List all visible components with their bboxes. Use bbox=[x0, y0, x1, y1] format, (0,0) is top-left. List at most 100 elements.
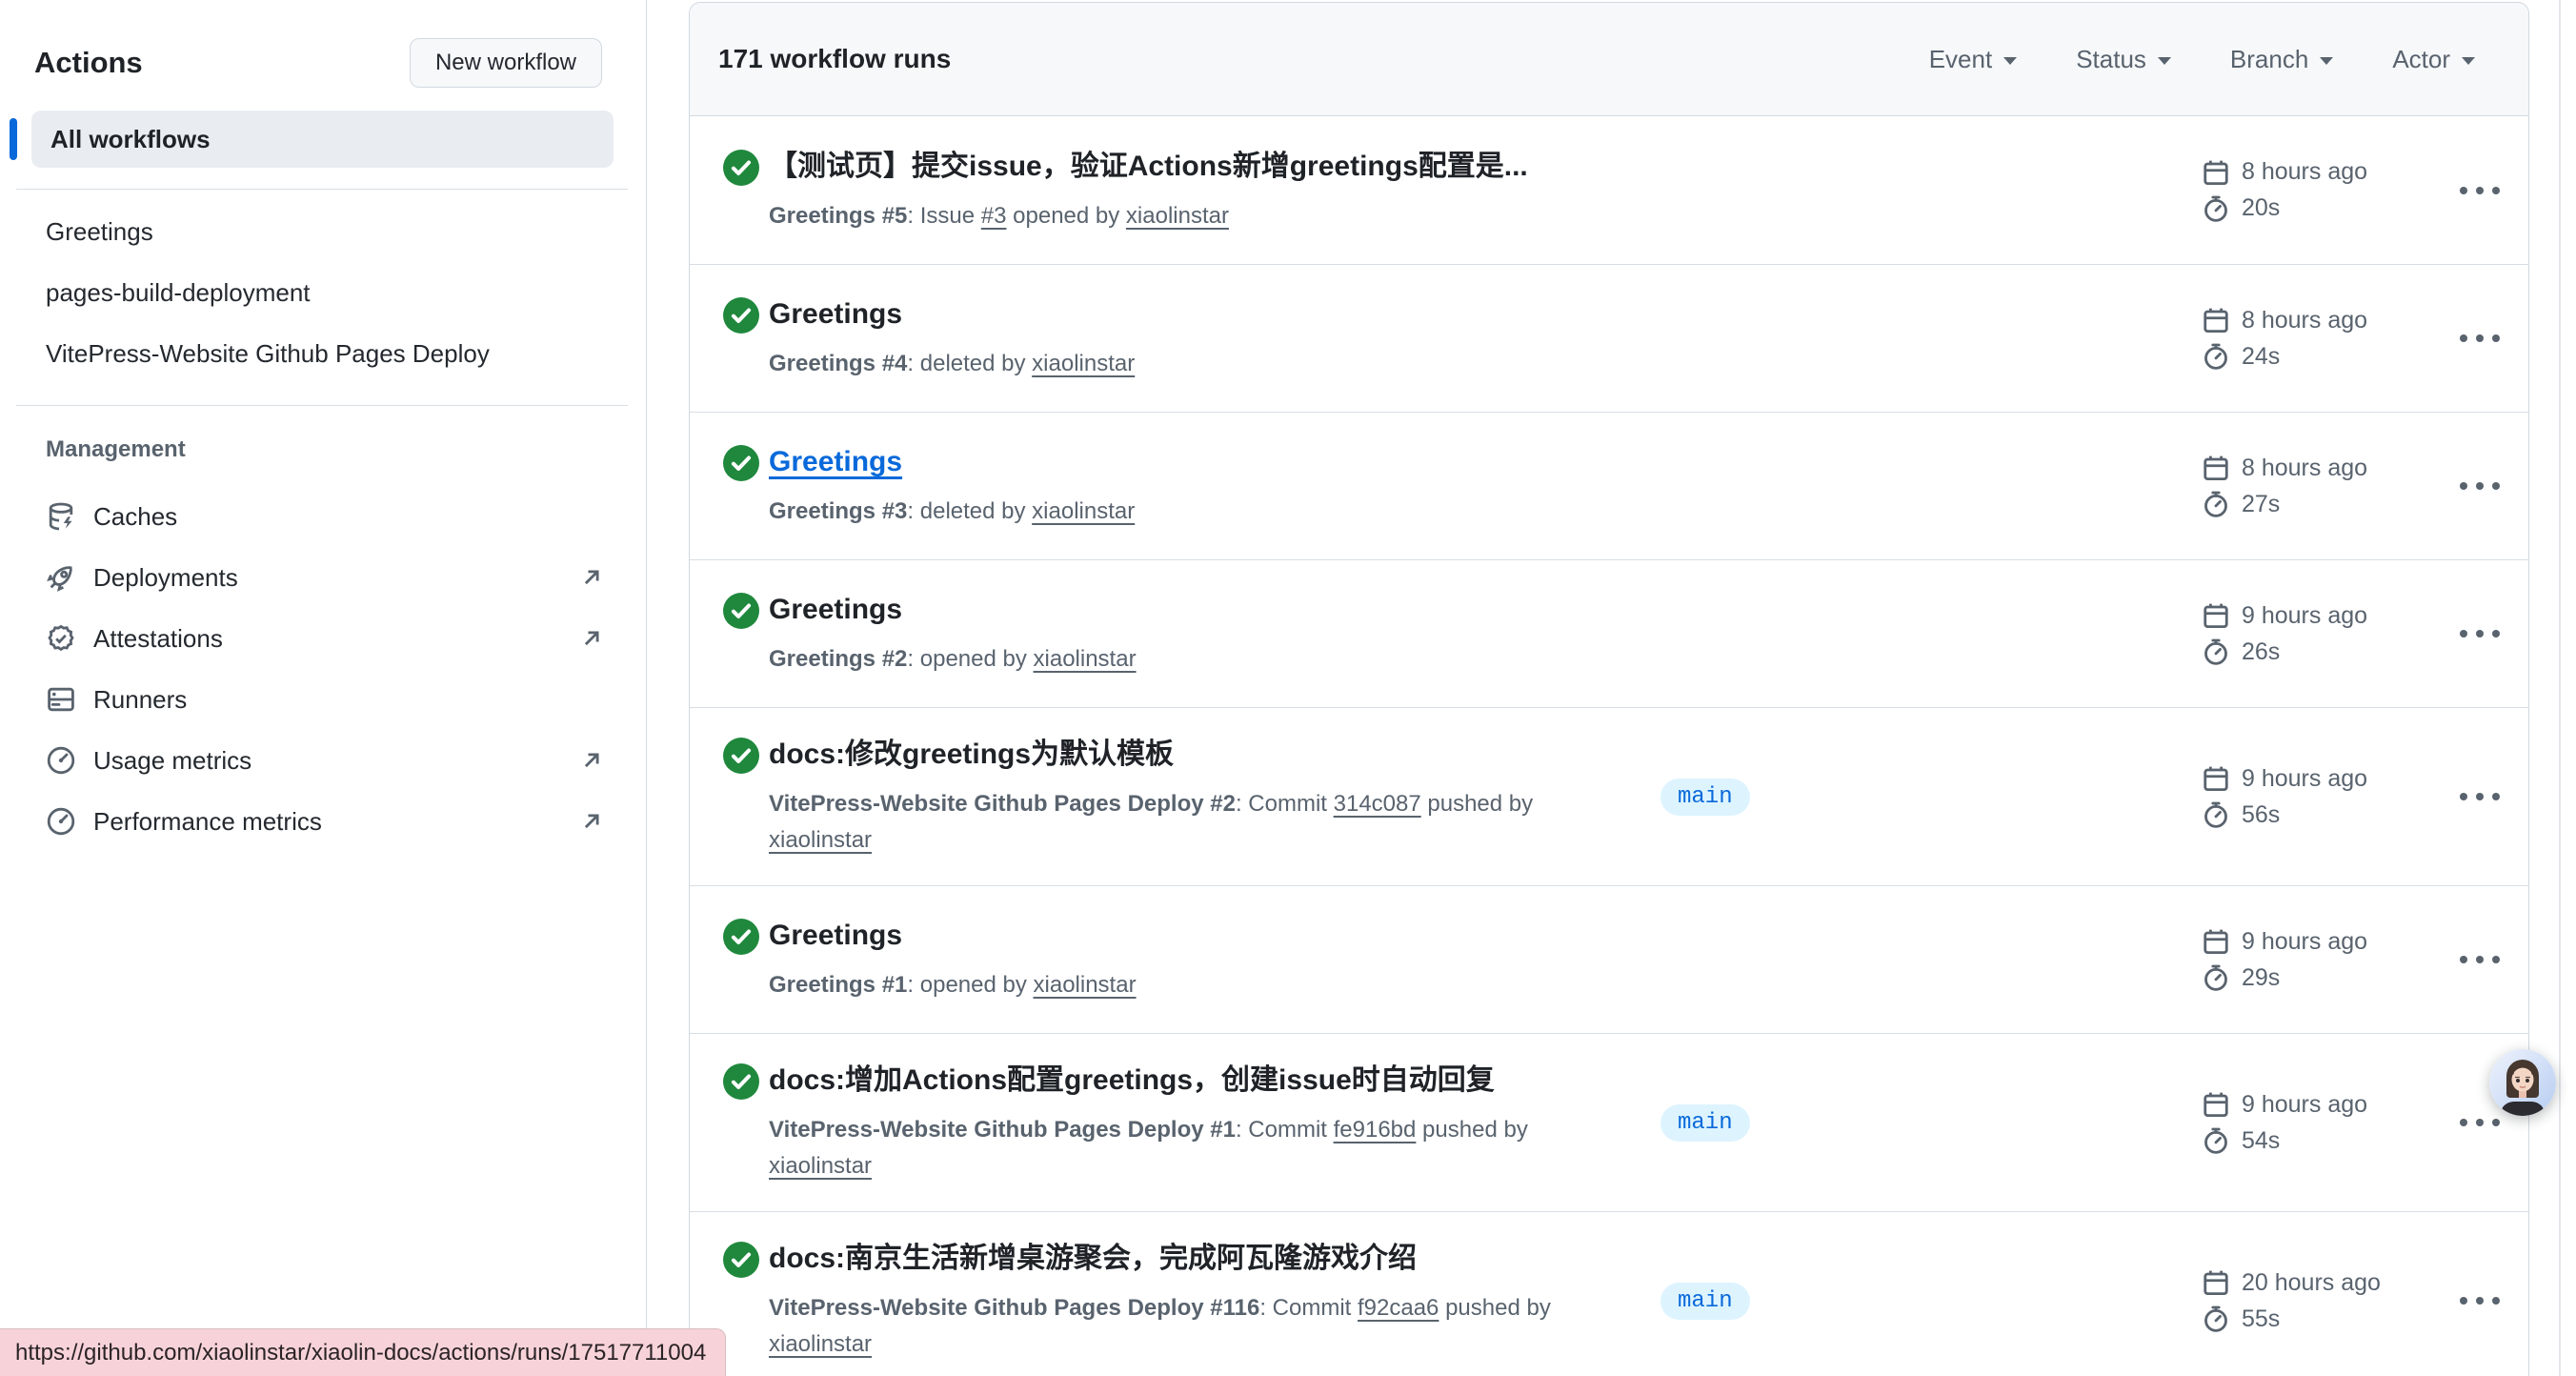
active-nav-accent bbox=[10, 118, 17, 160]
run-options-button[interactable] bbox=[2454, 779, 2506, 814]
run-meta: 20 hours ago 55s bbox=[2202, 1268, 2454, 1333]
run-actor-link[interactable]: xiaolinstar bbox=[769, 827, 872, 853]
chevron-down-icon bbox=[2003, 57, 2017, 65]
run-subtitle: Greetings #5: Issue #3 opened by xiaolin… bbox=[769, 198, 1528, 234]
run-meta: 8 hours ago 20s bbox=[2202, 158, 2454, 223]
success-check-icon bbox=[723, 1242, 759, 1278]
workflow-run-row[interactable]: docs:修改greetings为默认模板 VitePress-Website … bbox=[690, 707, 2528, 885]
sidebar-item-caches[interactable]: Caches bbox=[0, 486, 646, 547]
sidebar-item-performance-metrics[interactable]: Performance metrics bbox=[0, 791, 646, 852]
run-sub-link[interactable]: #3 bbox=[981, 203, 1007, 229]
run-sub-link[interactable]: xiaolinstar bbox=[1034, 972, 1137, 998]
sidebar-item-all-workflows[interactable]: All workflows bbox=[31, 111, 614, 168]
calendar-icon bbox=[2202, 158, 2230, 187]
new-workflow-button[interactable]: New workflow bbox=[410, 38, 602, 88]
run-sub-link[interactable]: xiaolinstar bbox=[1032, 351, 1135, 376]
workflow-run-row[interactable]: Greetings Greetings #1: opened by xiaoli… bbox=[690, 885, 2528, 1033]
run-duration: 29s bbox=[2242, 964, 2280, 992]
workflow-run-row[interactable]: Greetings Greetings #4: deleted by xiaol… bbox=[690, 264, 2528, 412]
run-workflow-name: VitePress-Website Github Pages Deploy #2 bbox=[769, 791, 1236, 817]
sidebar-item-deployments[interactable]: Deployments bbox=[0, 547, 646, 608]
workflow-run-row[interactable]: Greetings Greetings #2: opened by xiaoli… bbox=[690, 559, 2528, 707]
branch-badge[interactable]: main bbox=[1660, 779, 1750, 816]
run-title[interactable]: docs:增加Actions配置greetings，创建issue时自动回复 bbox=[769, 1061, 1607, 1101]
sidebar-item-runners[interactable]: Runners bbox=[0, 669, 646, 730]
verified-badge-icon bbox=[46, 623, 76, 654]
calendar-icon bbox=[2202, 454, 2230, 482]
run-date: 9 hours ago bbox=[2242, 928, 2367, 956]
run-subtitle: VitePress-Website Github Pages Deploy #1… bbox=[769, 1290, 1607, 1363]
sidebar-item-attestations[interactable]: Attestations bbox=[0, 608, 646, 669]
run-meta: 9 hours ago 26s bbox=[2202, 601, 2454, 666]
run-workflow-name: Greetings #5 bbox=[769, 203, 907, 229]
run-title[interactable]: Greetings bbox=[769, 442, 1135, 482]
status-bar: https://github.com/xiaolinstar/xiaolin-d… bbox=[0, 1328, 726, 1376]
sidebar-item-label: Usage metrics bbox=[93, 746, 252, 776]
run-date: 8 hours ago bbox=[2242, 307, 2367, 334]
run-options-button[interactable] bbox=[2454, 1284, 2506, 1318]
sidebar-item-pages-build-deployment[interactable]: pages-build-deployment bbox=[0, 262, 646, 323]
rocket-icon bbox=[46, 562, 76, 593]
run-sub-link[interactable]: fe916bd bbox=[1334, 1117, 1417, 1143]
success-check-icon bbox=[723, 150, 759, 186]
filter-bar: Event Status Branch Actor bbox=[1929, 45, 2475, 74]
stopwatch-icon bbox=[2202, 194, 2230, 223]
stopwatch-icon bbox=[2202, 637, 2230, 666]
chevron-down-icon bbox=[2158, 57, 2171, 65]
run-subtitle: VitePress-Website Github Pages Deploy #1… bbox=[769, 1112, 1607, 1184]
run-actor-link[interactable]: xiaolinstar bbox=[769, 1331, 872, 1357]
workflow-run-row[interactable]: docs:增加Actions配置greetings，创建issue时自动回复 V… bbox=[690, 1033, 2528, 1211]
filter-actor[interactable]: Actor bbox=[2392, 45, 2475, 74]
run-options-button[interactable] bbox=[2454, 173, 2506, 208]
run-title[interactable]: docs:修改greetings为默认模板 bbox=[769, 735, 1607, 775]
run-sub-link[interactable]: xiaolinstar bbox=[1032, 498, 1135, 524]
run-title[interactable]: docs:南京生活新增桌游聚会，完成阿瓦隆游戏介绍 bbox=[769, 1239, 1607, 1279]
run-workflow-name: Greetings #4 bbox=[769, 351, 907, 376]
management-section-label: Management bbox=[46, 435, 646, 465]
run-duration: 27s bbox=[2242, 491, 2280, 518]
success-check-icon bbox=[723, 445, 759, 481]
run-title[interactable]: Greetings bbox=[769, 590, 1137, 630]
scrollbar-track[interactable] bbox=[2559, 0, 2561, 1376]
run-meta: 8 hours ago 24s bbox=[2202, 306, 2454, 371]
workflow-run-row[interactable]: docs:南京生活新增桌游聚会，完成阿瓦隆游戏介绍 VitePress-Webs… bbox=[690, 1211, 2528, 1376]
sidebar-item-usage-metrics[interactable]: Usage metrics bbox=[0, 730, 646, 791]
filter-branch[interactable]: Branch bbox=[2230, 45, 2333, 74]
run-meta: 9 hours ago 29s bbox=[2202, 927, 2454, 992]
run-title[interactable]: Greetings bbox=[769, 916, 1137, 956]
arrow-up-right-icon bbox=[578, 747, 605, 774]
sidebar-item-label: Deployments bbox=[93, 563, 238, 593]
run-options-button[interactable] bbox=[2454, 1105, 2506, 1140]
run-title[interactable]: Greetings bbox=[769, 294, 1135, 334]
run-title[interactable]: 【测试页】提交issue，验证Actions新增greetings配置是... bbox=[769, 147, 1528, 187]
filter-event[interactable]: Event bbox=[1929, 45, 2018, 74]
success-check-icon bbox=[723, 297, 759, 334]
success-check-icon bbox=[723, 919, 759, 955]
stopwatch-icon bbox=[2202, 963, 2230, 992]
run-sub-link[interactable]: xiaolinstar bbox=[1034, 646, 1137, 672]
sidebar: Actions New workflow All workflows Greet… bbox=[0, 0, 647, 1376]
workflow-nav: Greetings pages-build-deployment VitePre… bbox=[0, 201, 646, 384]
sidebar-item-greetings[interactable]: Greetings bbox=[0, 201, 646, 262]
calendar-icon bbox=[2202, 601, 2230, 630]
run-options-button[interactable] bbox=[2454, 469, 2506, 503]
run-options-button[interactable] bbox=[2454, 942, 2506, 977]
run-actor-link[interactable]: xiaolinstar bbox=[769, 1153, 872, 1179]
run-sub-link[interactable]: f92caa6 bbox=[1358, 1295, 1439, 1321]
workflow-run-row[interactable]: 【测试页】提交issue，验证Actions新增greetings配置是... … bbox=[690, 116, 2528, 264]
sidebar-item-vitepress-deploy[interactable]: VitePress-Website Github Pages Deploy bbox=[0, 323, 646, 384]
run-options-button[interactable] bbox=[2454, 321, 2506, 355]
branch-badge[interactable]: main bbox=[1660, 1283, 1750, 1320]
chevron-down-icon bbox=[2462, 57, 2475, 65]
filter-status[interactable]: Status bbox=[2076, 45, 2171, 74]
run-options-button[interactable] bbox=[2454, 617, 2506, 651]
workflow-run-row[interactable]: Greetings Greetings #3: deleted by xiaol… bbox=[690, 412, 2528, 559]
calendar-icon bbox=[2202, 764, 2230, 793]
run-duration: 55s bbox=[2242, 1305, 2280, 1333]
run-sub-link[interactable]: 314c087 bbox=[1334, 791, 1421, 817]
run-date: 9 hours ago bbox=[2242, 765, 2367, 793]
avatar[interactable] bbox=[2489, 1049, 2556, 1116]
sidebar-item-label: Attestations bbox=[93, 624, 223, 654]
run-actor-link[interactable]: xiaolinstar bbox=[1126, 203, 1229, 229]
branch-badge[interactable]: main bbox=[1660, 1104, 1750, 1142]
